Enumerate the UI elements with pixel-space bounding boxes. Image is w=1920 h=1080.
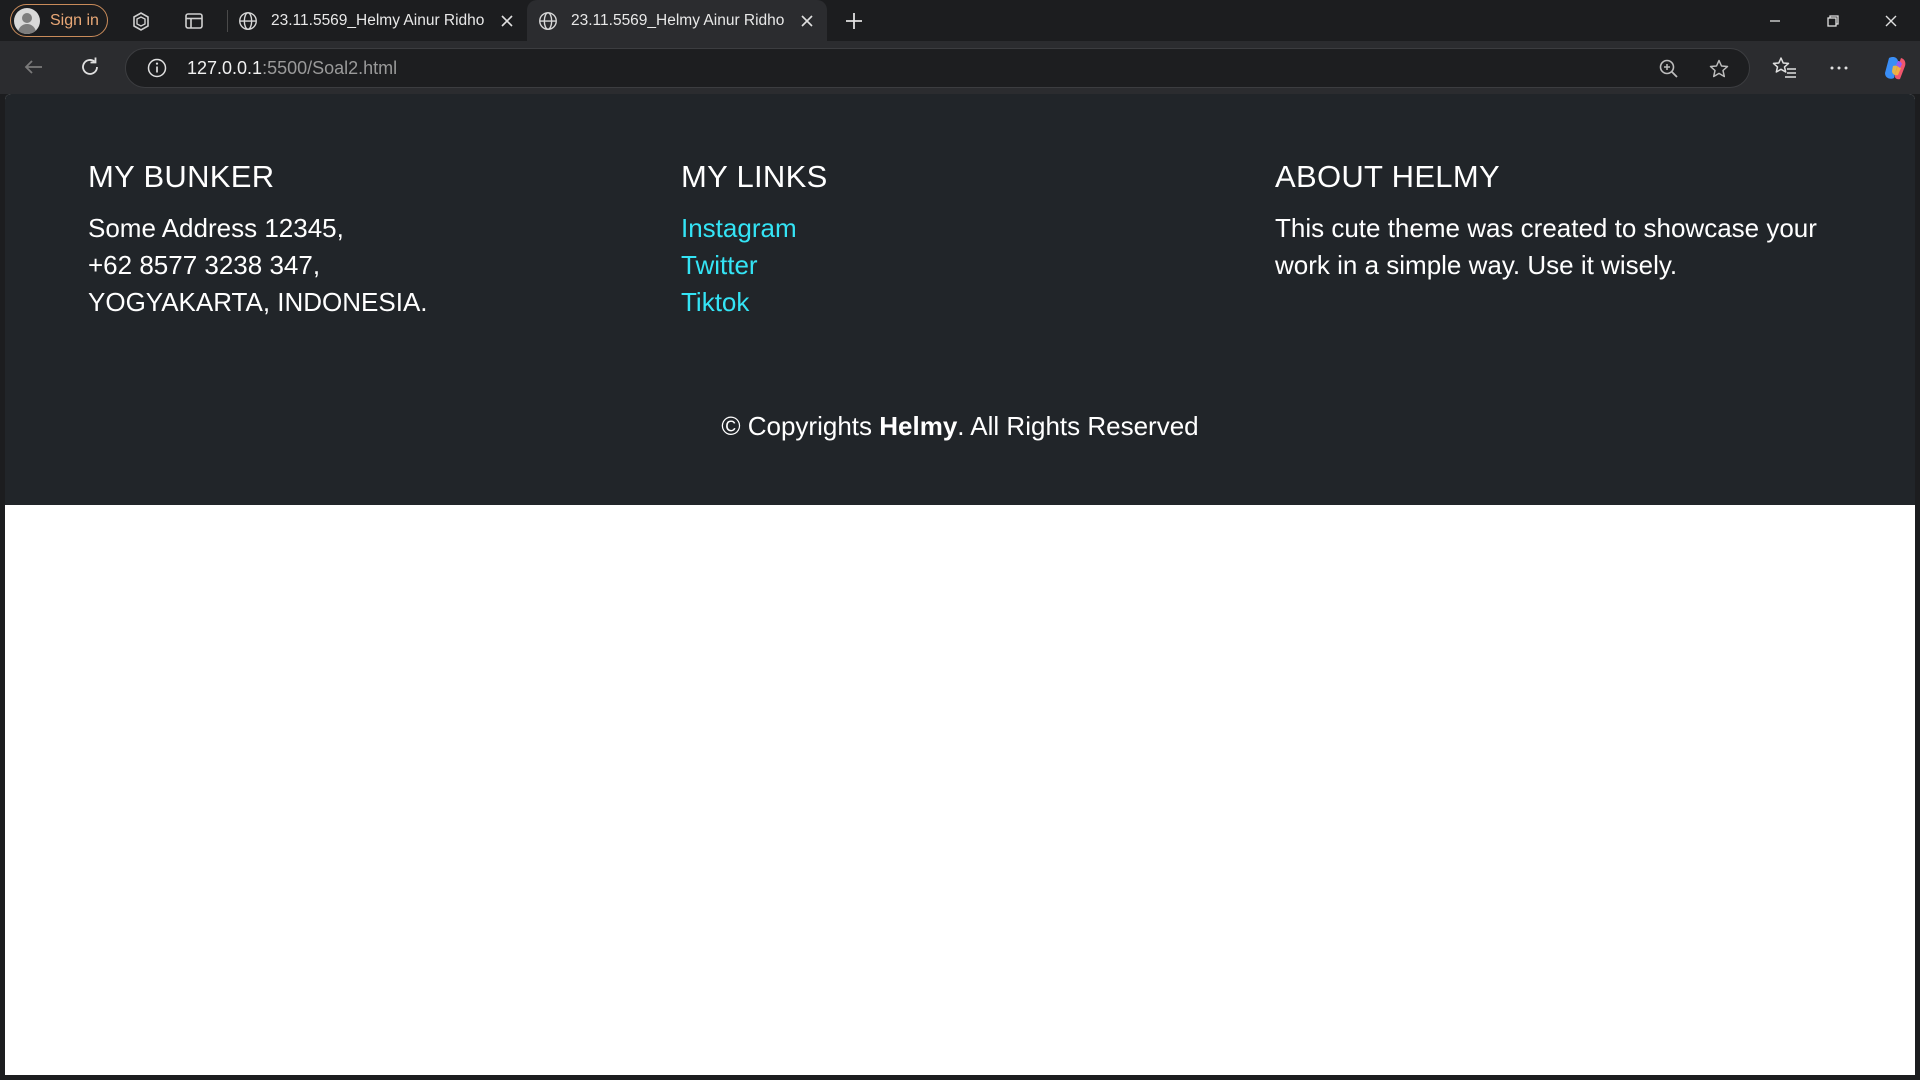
about-section: ABOUT HELMY This cute theme was created … xyxy=(1275,158,1835,284)
profile-avatar-icon xyxy=(14,7,40,34)
bunker-section: MY BUNKER Some Address 12345, +62 8577 3… xyxy=(88,158,428,321)
favorite-star-icon[interactable] xyxy=(1707,57,1731,81)
tab-title: 23.11.5569_Helmy Ainur Ridho xyxy=(271,11,485,29)
tab-actions-icon[interactable] xyxy=(182,9,206,33)
about-heading: ABOUT HELMY xyxy=(1275,159,1500,194)
sign-in-label: Sign in xyxy=(50,11,99,29)
tab-title: 23.11.5569_Helmy Ainur Ridho xyxy=(571,11,785,29)
city-line: YOGYAKARTA, INDONESIA. xyxy=(88,287,428,317)
more-options-icon[interactable] xyxy=(1825,54,1853,82)
instagram-link[interactable]: Instagram xyxy=(681,210,828,247)
twitter-link[interactable]: Twitter xyxy=(681,247,828,284)
site-footer: MY BUNKER Some Address 12345, +62 8577 3… xyxy=(5,94,1915,505)
globe-icon xyxy=(239,11,257,30)
copyright-text: © Copyrights Helmy. All Rights Reserved xyxy=(5,409,1915,443)
restore-icon[interactable] xyxy=(1820,8,1846,34)
tab-2[interactable]: 23.11.5569_Helmy Ainur Ridho xyxy=(527,0,827,41)
copyright-suffix: . All Rights Reserved xyxy=(957,411,1199,441)
links-heading: MY LINKS xyxy=(681,159,828,194)
reload-icon[interactable] xyxy=(76,53,104,81)
copilot-icon[interactable] xyxy=(1880,53,1910,83)
tab-1[interactable]: 23.11.5569_Helmy Ainur Ridho xyxy=(227,0,527,41)
phone-line: +62 8577 3238 347, xyxy=(88,250,321,280)
zoom-icon[interactable] xyxy=(1657,57,1681,81)
tiktok-link[interactable]: Tiktok xyxy=(681,284,828,321)
close-tab-icon[interactable] xyxy=(797,11,817,31)
sign-in-button[interactable]: Sign in xyxy=(10,4,108,37)
minimize-icon[interactable] xyxy=(1762,8,1788,34)
workspaces-icon[interactable] xyxy=(129,9,153,33)
browser-toolbar: 127.0.0.1:5500/Soal2.html xyxy=(0,41,1920,94)
links-section: MY LINKS Instagram Twitter Tiktok xyxy=(681,158,828,321)
page-viewport: MY BUNKER Some Address 12345, +62 8577 3… xyxy=(5,94,1915,1075)
close-tab-icon[interactable] xyxy=(497,11,517,31)
back-arrow-icon[interactable] xyxy=(20,53,48,81)
about-text: This cute theme was created to showcase … xyxy=(1275,213,1817,280)
bunker-heading: MY BUNKER xyxy=(88,159,275,194)
url-path: :5500/Soal2.html xyxy=(262,58,398,78)
tab-strip: Sign in 23.11.5569_Helmy Ainur Ridho 23.… xyxy=(0,0,1920,41)
site-info-icon[interactable] xyxy=(146,57,168,79)
close-window-icon[interactable] xyxy=(1878,8,1904,34)
globe-icon xyxy=(539,11,557,30)
address-line: Some Address 12345, xyxy=(88,213,344,243)
address-bar[interactable]: 127.0.0.1:5500/Soal2.html xyxy=(125,48,1750,88)
url-text[interactable]: 127.0.0.1:5500/Soal2.html xyxy=(187,58,397,79)
new-tab-icon[interactable] xyxy=(842,9,866,33)
url-host: 127.0.0.1 xyxy=(187,58,263,78)
copyright-owner: Helmy xyxy=(879,411,958,441)
copyright-prefix: © Copyrights xyxy=(721,411,880,441)
favorites-icon[interactable] xyxy=(1771,54,1799,82)
